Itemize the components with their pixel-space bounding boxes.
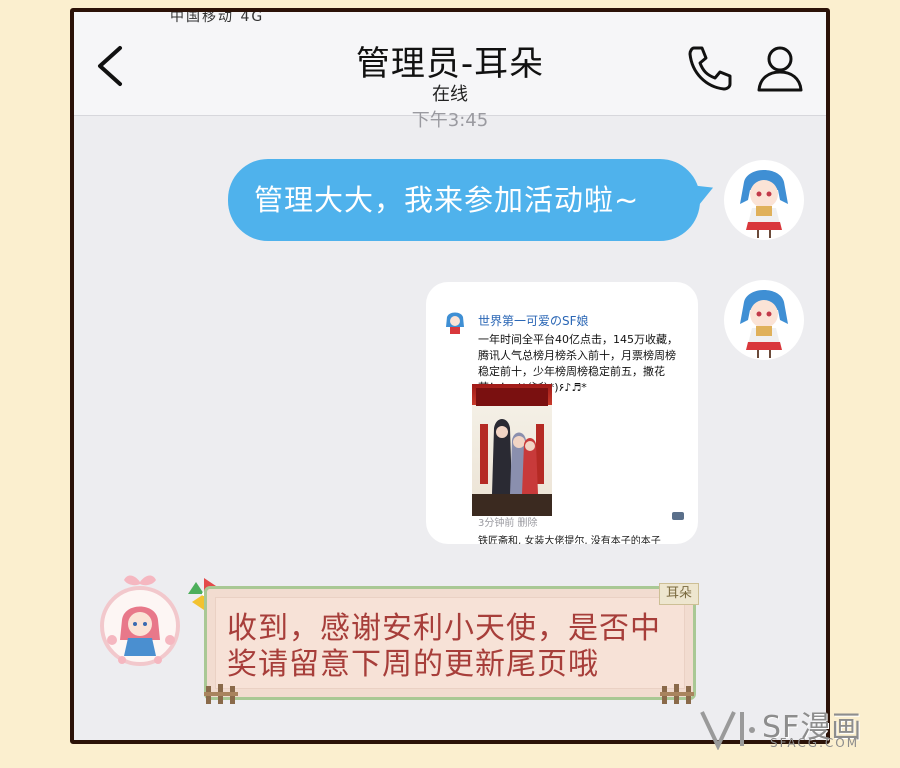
card-meta: 3分钟前 删除 [478,518,538,529]
fence-decoration [204,684,238,704]
anime-girl-avatar-image [740,290,788,358]
card-caption: 铁匠斋和, 女装大佬提尔, 没有本子的本子 [478,536,661,544]
message-timestamp: 下午3:45 [411,110,489,131]
comic-cover-image[interactable] [472,384,552,516]
fence-decoration [660,684,694,704]
my-avatar[interactable] [724,160,804,240]
sf-logo-icon [700,711,755,750]
anime-girl-avatar-image [740,170,788,238]
watermark-subtext: SFACG.COM [770,736,860,750]
sent-message-text: 管理大大，我来参加活动啦~ [254,183,640,217]
phone-icon[interactable] [684,42,736,94]
share-icon[interactable] [672,512,684,520]
card-title: 世界第一可爱のSF娘 [478,314,589,328]
received-message-bubble[interactable]: 耳朵 收到，感谢安利小天使，是否中奖请留意下周的更新尾页哦 [204,583,699,700]
user-icon[interactable] [754,42,806,94]
my-avatar[interactable] [724,280,804,360]
sent-message-bubble[interactable]: 管理大大，我来参加活动啦~ [228,159,700,241]
card-author-avatar [446,312,464,334]
chat-header: 中国移动 4G 管理员-耳朵 在线 [74,12,826,116]
received-message-text: 收到，感谢安利小天使，是否中奖请留意下周的更新尾页哦 [227,611,661,682]
status-bar-cutoff: 中国移动 4G [170,9,265,25]
sf-watermark: SF漫画 SFACG.COM [698,702,898,752]
chat-window: 中国移动 4G 管理员-耳朵 在线 下午3:45 管理大大，我来参加活动啦~ 世… [70,8,830,744]
admin-avatar[interactable] [92,570,188,674]
shared-post-card[interactable]: 世界第一可爱のSF娘 一年时间全平台40亿点击，145万收藏，腾讯人气总榜月榜杀… [426,282,698,544]
sender-name-tag: 耳朵 [659,583,699,605]
